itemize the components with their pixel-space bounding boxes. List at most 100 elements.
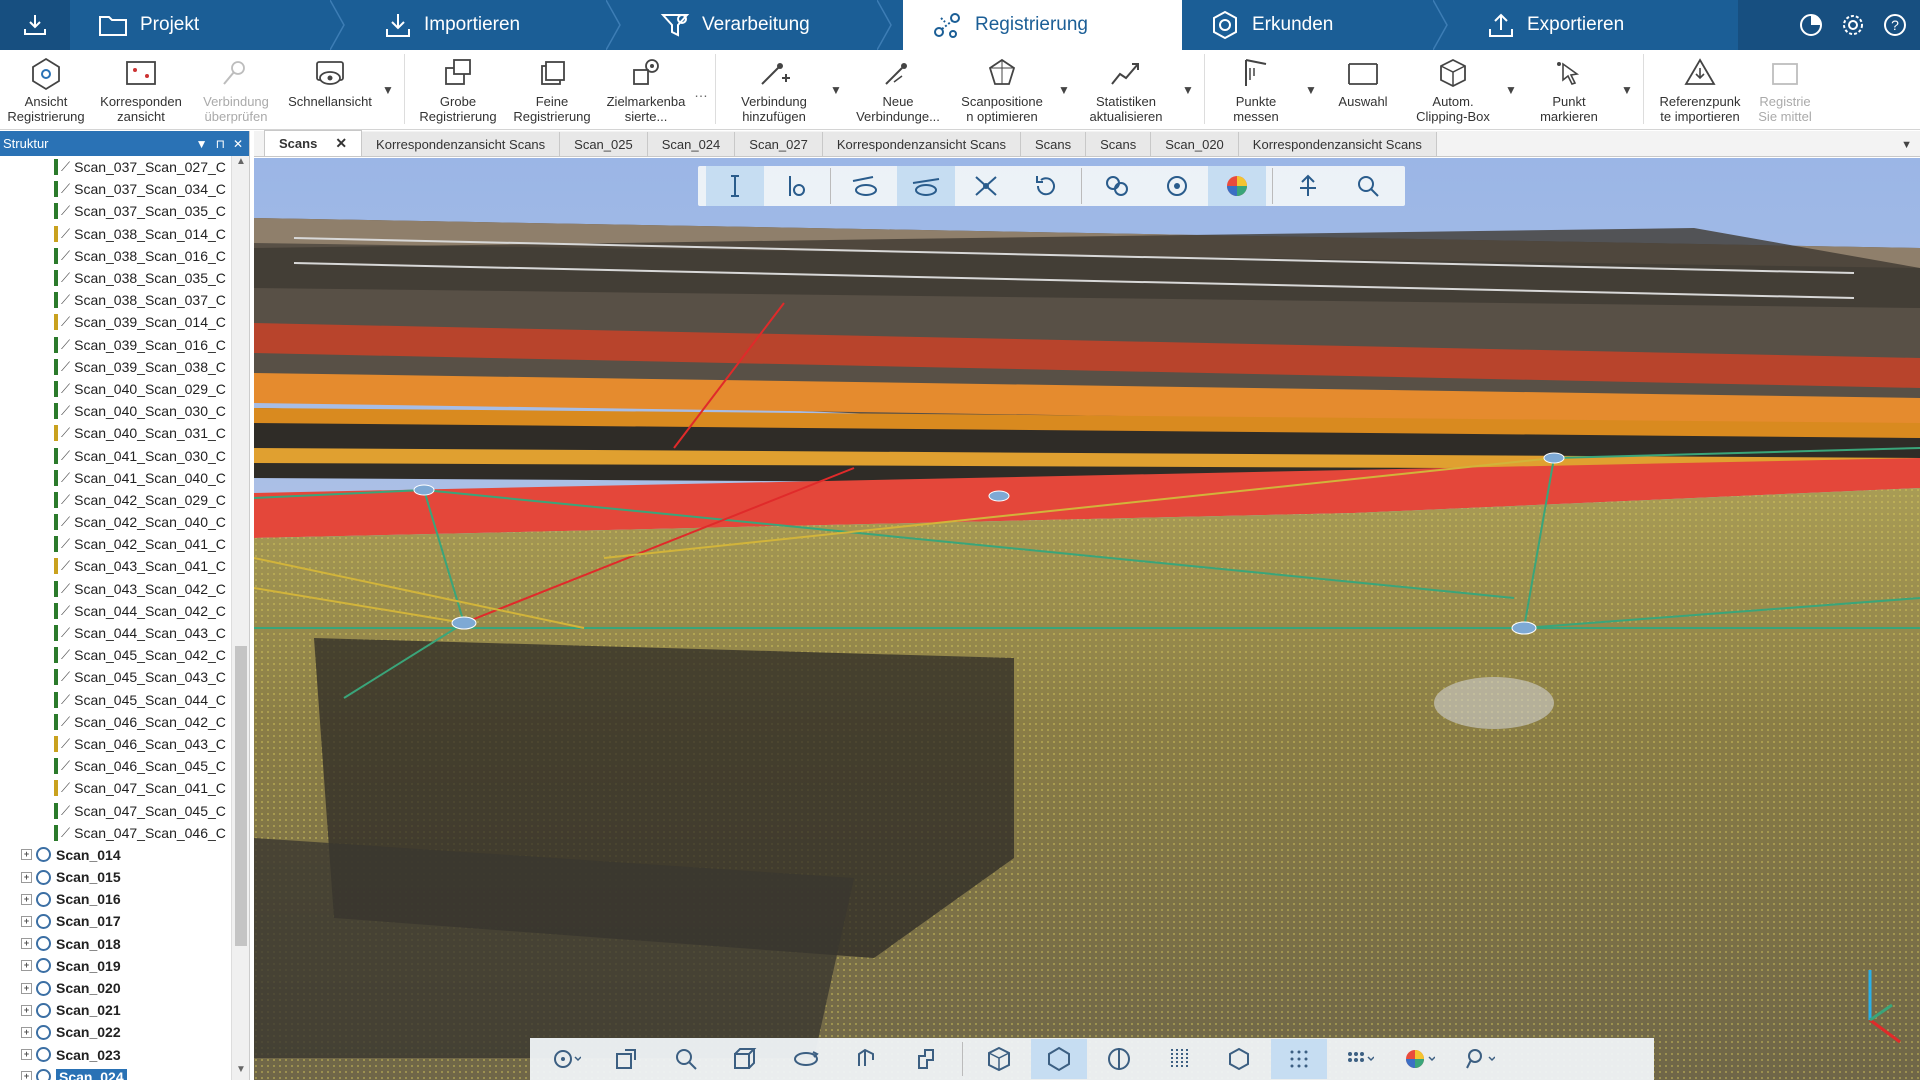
- split-connection-button[interactable]: [957, 166, 1015, 206]
- tree-scan-item[interactable]: + Scan_023: [0, 1044, 232, 1066]
- add-connection-button[interactable]: Verbindung hinzufügen: [722, 54, 826, 124]
- scroll-thumb[interactable]: [235, 646, 247, 946]
- expand-icon[interactable]: +: [21, 982, 32, 994]
- view-registration-button[interactable]: Ansicht Registrierung: [0, 54, 92, 124]
- zoom-button[interactable]: [658, 1039, 714, 1079]
- tab-list-dropdown[interactable]: ▼: [1893, 139, 1920, 156]
- tree-scan-item[interactable]: + Scan_017: [0, 910, 232, 932]
- quick-view-dropdown[interactable]: ▼: [378, 54, 398, 126]
- expand-icon[interactable]: +: [21, 1049, 32, 1061]
- tab-scan-025[interactable]: Scan_025: [560, 132, 648, 156]
- register-by-button[interactable]: Registrie Sie mittel: [1750, 54, 1820, 124]
- tree-link-item[interactable]: ⟋ Scan_044_Scan_043_C: [0, 622, 232, 644]
- auto-clipping-box-button[interactable]: Autom. Clipping-Box: [1405, 54, 1501, 124]
- optimize-dropdown[interactable]: ▼: [1054, 54, 1074, 126]
- tree-link-item[interactable]: ⟋ Scan_046_Scan_042_C: [0, 711, 232, 733]
- workflow-step-projekt[interactable]: Projekt: [70, 0, 356, 50]
- correspondence-view-button[interactable]: Korresponden zansicht: [92, 54, 190, 124]
- tree-link-item[interactable]: ⟋ Scan_040_Scan_029_C: [0, 378, 232, 400]
- color-scan-button[interactable]: [1208, 166, 1266, 206]
- walk-button[interactable]: [838, 1039, 894, 1079]
- update-statistics-button[interactable]: Statistiken aktualisieren: [1074, 54, 1178, 124]
- tree-link-item[interactable]: ⟋ Scan_045_Scan_043_C: [0, 666, 232, 688]
- scene-cube-button[interactable]: [971, 1039, 1027, 1079]
- expand-icon[interactable]: +: [21, 849, 32, 861]
- tree-link-item[interactable]: ⟋ Scan_042_Scan_029_C: [0, 489, 232, 511]
- quick-view-button[interactable]: Schnellansicht: [282, 54, 378, 109]
- tree-link-item[interactable]: ⟋ Scan_045_Scan_042_C: [0, 644, 232, 666]
- expand-icon[interactable]: +: [21, 960, 32, 972]
- quick-access-button[interactable]: [0, 0, 70, 50]
- workflow-step-verarbeitung[interactable]: Verarbeitung: [632, 0, 903, 50]
- hide-connection-button[interactable]: [897, 166, 955, 206]
- tree-scan-item[interactable]: + Scan_016: [0, 888, 232, 910]
- tree-scrollbar[interactable]: ▲ ▼: [231, 156, 249, 1080]
- tree-link-item[interactable]: ⟋ Scan_047_Scan_046_C: [0, 822, 232, 844]
- rotate-view-button[interactable]: [778, 1039, 834, 1079]
- target-based-registration-button[interactable]: Zielmarkenba sierte...: [599, 54, 693, 124]
- optimize-scan-positions-button[interactable]: Scanpositione n optimieren: [950, 54, 1054, 124]
- tree-link-item[interactable]: ⟋ Scan_043_Scan_042_C: [0, 578, 232, 600]
- expand-icon[interactable]: +: [21, 893, 32, 905]
- scroll-up-icon[interactable]: ▲: [232, 156, 250, 172]
- tree-scan-item[interactable]: + Scan_015: [0, 866, 232, 888]
- tree-link-item[interactable]: ⟋ Scan_037_Scan_034_C: [0, 178, 232, 200]
- settings-icon[interactable]: [1840, 12, 1866, 38]
- cluster-button[interactable]: [1088, 166, 1146, 206]
- mark-point-button[interactable]: Punkt markieren: [1521, 54, 1617, 124]
- orbit-button[interactable]: [538, 1039, 594, 1079]
- cube-view-button[interactable]: [718, 1039, 774, 1079]
- tree-link-item[interactable]: ⟋ Scan_043_Scan_041_C: [0, 555, 232, 577]
- tree-link-item[interactable]: ⟋ Scan_038_Scan_037_C: [0, 289, 232, 311]
- statistics-dropdown[interactable]: ▼: [1178, 54, 1198, 126]
- expand-icon[interactable]: +: [21, 871, 32, 883]
- points-button[interactable]: [1271, 1039, 1327, 1079]
- tab-scans[interactable]: Scans: [1020, 132, 1087, 156]
- view-connection-button[interactable]: [837, 166, 895, 206]
- tree-link-item[interactable]: ⟋ Scan_040_Scan_031_C: [0, 422, 232, 444]
- expand-icon[interactable]: +: [21, 938, 32, 950]
- tree-link-item[interactable]: ⟋ Scan_037_Scan_027_C: [0, 156, 232, 178]
- check-connection-button[interactable]: Verbindung überprüfen: [190, 54, 282, 124]
- tree-scan-item[interactable]: + Scan_022: [0, 1021, 232, 1043]
- clipping-box-dropdown[interactable]: ▼: [1501, 54, 1521, 126]
- tab-correspondence-view[interactable]: Korrespondenzansicht Scans: [362, 132, 561, 156]
- new-connections-button[interactable]: Neue Verbindunge...: [846, 54, 950, 124]
- rotate-connection-button[interactable]: [1017, 166, 1075, 206]
- tab-scans[interactable]: Scans ✕: [264, 130, 363, 156]
- zoom-fit-button[interactable]: [1339, 166, 1397, 206]
- tab-scans[interactable]: Scans: [1086, 132, 1152, 156]
- measure-tool-button[interactable]: [706, 166, 764, 206]
- pin-icon[interactable]: ⊓: [216, 137, 225, 151]
- tree-scan-item[interactable]: + Scan_021: [0, 999, 232, 1021]
- coarse-registration-button[interactable]: Grobe Registrierung: [411, 54, 505, 124]
- measure-tool-dropdown-button[interactable]: [1451, 1039, 1507, 1079]
- tree-link-item[interactable]: ⟋ Scan_042_Scan_041_C: [0, 533, 232, 555]
- workflow-step-registrierung[interactable]: Registrierung: [903, 0, 1182, 50]
- tree-scan-item[interactable]: + Scan_020: [0, 977, 232, 999]
- tab-correspondence-view[interactable]: Korrespondenzansicht Scans: [822, 132, 1021, 156]
- tree-link-item[interactable]: ⟋ Scan_041_Scan_030_C: [0, 444, 232, 466]
- tree-link-item[interactable]: ⟋ Scan_041_Scan_040_C: [0, 467, 232, 489]
- tree-link-item[interactable]: ⟋ Scan_038_Scan_035_C: [0, 267, 232, 289]
- tree-link-item[interactable]: ⟋ Scan_046_Scan_045_C: [0, 755, 232, 777]
- tree-scan-item[interactable]: + Scan_019: [0, 955, 232, 977]
- tree-link-item[interactable]: ⟋ Scan_039_Scan_014_C: [0, 311, 232, 333]
- measure-dropdown[interactable]: ▼: [1301, 54, 1321, 126]
- scroll-down-icon[interactable]: ▼: [232, 1064, 250, 1080]
- expand-icon[interactable]: +: [21, 1004, 32, 1016]
- help-icon[interactable]: ?: [1882, 12, 1908, 38]
- point-info-button[interactable]: [766, 166, 824, 206]
- box-button[interactable]: [1211, 1039, 1267, 1079]
- measure-points-button[interactable]: Punkte messen: [1211, 54, 1301, 124]
- tree-link-item[interactable]: ⟋ Scan_037_Scan_035_C: [0, 200, 232, 222]
- point-cloud-viewport[interactable]: [254, 158, 1920, 1080]
- tree-link-item[interactable]: ⟋ Scan_039_Scan_038_C: [0, 356, 232, 378]
- home-view-button[interactable]: [598, 1039, 654, 1079]
- up-direction-button[interactable]: [1279, 166, 1337, 206]
- tree-scan-item[interactable]: + Scan_024: [0, 1066, 232, 1080]
- tree-link-item[interactable]: ⟋ Scan_045_Scan_044_C: [0, 689, 232, 711]
- tree-link-item[interactable]: ⟋ Scan_047_Scan_041_C: [0, 777, 232, 799]
- mark-point-dropdown[interactable]: ▼: [1617, 54, 1637, 126]
- tree-link-item[interactable]: ⟋ Scan_038_Scan_014_C: [0, 223, 232, 245]
